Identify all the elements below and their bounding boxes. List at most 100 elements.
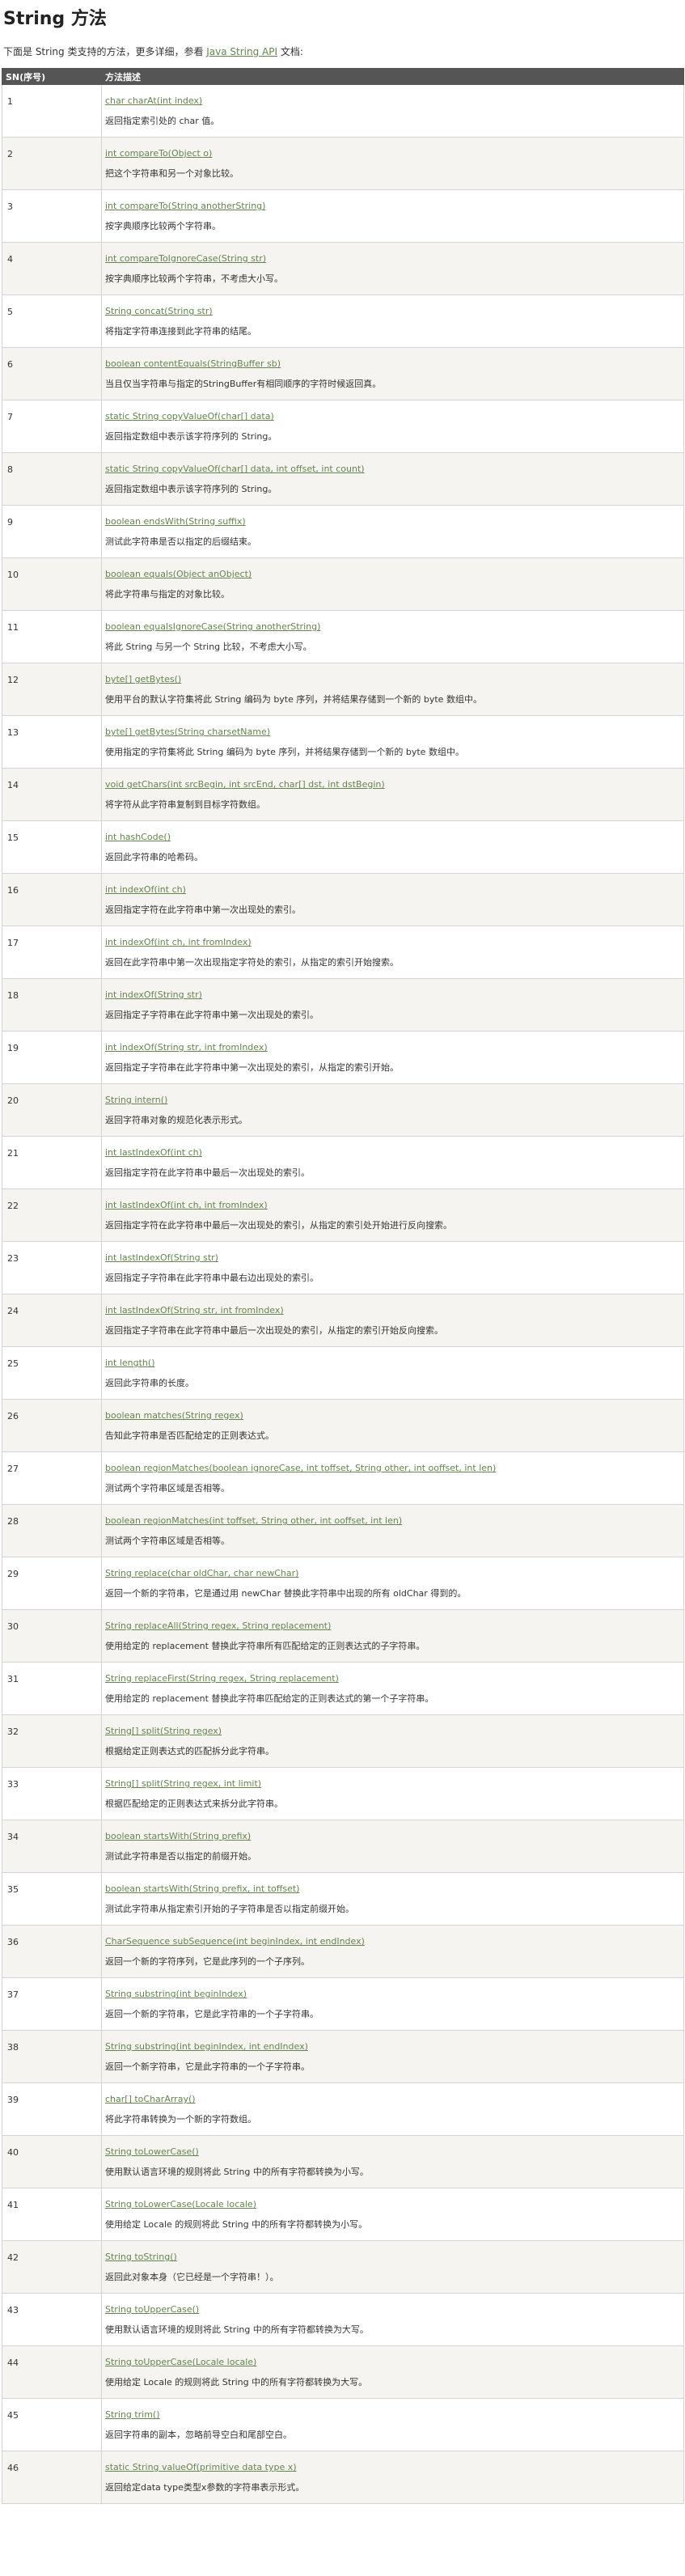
row-number: 7 [2, 400, 102, 453]
header-description: 方法描述 [101, 68, 684, 85]
row-number: 22 [2, 1188, 102, 1242]
method-cell: int indexOf(String str) 返回指定子字符串在此字符串中第一… [101, 978, 684, 1032]
method-signature-link[interactable]: String substring(int beginIndex, int end… [105, 2040, 683, 2053]
table-row: 33 String[] split(String regex, int limit… [2, 1767, 684, 1820]
method-signature-link[interactable]: String toUpperCase() [105, 2303, 683, 2316]
method-signature-link[interactable]: byte[] getBytes() [105, 673, 683, 686]
method-signature-link[interactable]: String toString() [105, 2251, 683, 2264]
table-row: 39 char[] toCharArray() 将此字符串转换为一个新的字符数组。 [2, 2082, 684, 2136]
row-number: 20 [2, 1083, 102, 1137]
method-signature-link[interactable]: boolean regionMatches(int toffset, Strin… [105, 1515, 683, 1527]
method-description: 返回指定数组中表示该字符序列的 String。 [105, 484, 277, 494]
row-number: 45 [2, 2398, 102, 2451]
method-cell: String replaceFirst(String regex, String… [101, 1662, 684, 1715]
method-signature-link[interactable]: int indexOf(String str, int fromIndex) [105, 1041, 683, 1054]
method-description: 返回此字符串的长度。 [105, 1378, 194, 1388]
table-row: 46 static String valueOf(primitive data t… [2, 2451, 684, 2504]
method-signature-link[interactable]: String intern() [105, 1094, 683, 1107]
method-cell: CharSequence subSequence(int beginIndex,… [101, 1925, 684, 1978]
row-number: 37 [2, 1977, 102, 2031]
method-description: 返回给定data type类型x参数的字符串表示形式。 [105, 2482, 305, 2493]
method-signature-link[interactable]: int indexOf(String str) [105, 989, 683, 1002]
method-cell: static String valueOf(primitive data typ… [101, 2451, 684, 2504]
method-description: 返回在此字符串中第一次出现指定字符处的索引，从指定的索引开始搜索。 [105, 957, 399, 968]
table-row: 20 String intern() 返回字符串对象的规范化表示形式。 [2, 1083, 684, 1137]
method-signature-link[interactable]: String toLowerCase() [105, 2146, 683, 2159]
java-string-api-link[interactable]: Java String API [206, 46, 277, 57]
method-cell: int lastIndexOf(int ch) 返回指定字符在此字符串中最后一次… [101, 1136, 684, 1189]
row-number: 40 [2, 2135, 102, 2188]
method-signature-link[interactable]: int indexOf(int ch, int fromIndex) [105, 936, 683, 949]
method-signature-link[interactable]: boolean equalsIgnoreCase(String anotherS… [105, 621, 683, 633]
method-signature-link[interactable]: byte[] getBytes(String charsetName) [105, 726, 683, 739]
method-signature-link[interactable]: int length() [105, 1357, 683, 1370]
row-number: 39 [2, 2082, 102, 2136]
method-signature-link[interactable]: int lastIndexOf(String str, int fromInde… [105, 1304, 683, 1317]
method-signature-link[interactable]: int lastIndexOf(int ch) [105, 1146, 683, 1159]
method-description: 使用给定的 replacement 替换此字符串匹配给定的正则表达式的第一个子字… [105, 1693, 434, 1704]
method-signature-link[interactable]: String replaceFirst(String regex, String… [105, 1672, 683, 1685]
table-row: 18 int indexOf(String str) 返回指定子字符串在此字符串中… [2, 978, 684, 1032]
method-signature-link[interactable]: int compareToIgnoreCase(String str) [105, 252, 683, 265]
method-signature-link[interactable]: String[] split(String regex) [105, 1725, 683, 1738]
method-description: 返回指定字符在此字符串中第一次出现处的索引。 [105, 905, 301, 915]
method-signature-link[interactable]: static String copyValueOf(char[] data, i… [105, 463, 683, 476]
method-description: 按字典顺序比较两个字符串。 [105, 221, 221, 231]
method-signature-link[interactable]: boolean endsWith(String suffix) [105, 515, 683, 528]
row-number: 14 [2, 768, 102, 821]
page-content: String 方法 下面是 String 类支持的方法，更多详细，参看 Java… [0, 0, 685, 2504]
method-description: 返回指定子字符串在此字符串中第一次出现处的索引，从指定的索引开始。 [105, 1062, 399, 1073]
method-signature-link[interactable]: boolean regionMatches(boolean ignoreCase… [105, 1462, 683, 1475]
row-number: 28 [2, 1504, 102, 1557]
row-number: 15 [2, 820, 102, 874]
method-description: 根据匹配给定的正则表达式来拆分此字符串。 [105, 1799, 283, 1809]
method-signature-link[interactable]: String toLowerCase(Locale locale) [105, 2198, 683, 2211]
method-cell: int hashCode() 返回此字符串的哈希码。 [101, 820, 684, 874]
method-signature-link[interactable]: String replaceAll(String regex, String r… [105, 1620, 683, 1633]
method-cell: int lastIndexOf(String str, int fromInde… [101, 1294, 684, 1347]
method-description: 将此字符串与指定的对象比较。 [105, 589, 230, 600]
method-signature-link[interactable]: boolean contentEquals(StringBuffer sb) [105, 358, 683, 371]
method-signature-link[interactable]: char charAt(int index) [105, 95, 683, 108]
table-row: 32 String[] split(String regex) 根据给定正则表达式的… [2, 1714, 684, 1768]
row-number: 36 [2, 1925, 102, 1978]
method-signature-link[interactable]: boolean matches(String regex) [105, 1409, 683, 1422]
method-signature-link[interactable]: String concat(String str) [105, 305, 683, 318]
method-signature-link[interactable]: char[] toCharArray() [105, 2093, 683, 2106]
method-signature-link[interactable]: static String valueOf(primitive data typ… [105, 2461, 683, 2474]
method-signature-link[interactable]: String trim() [105, 2409, 683, 2421]
method-signature-link[interactable]: int hashCode() [105, 831, 683, 844]
row-number: 12 [2, 663, 102, 716]
method-cell: String toLowerCase() 使用默认语言环境的规则将此 String… [101, 2135, 684, 2188]
method-signature-link[interactable]: int indexOf(int ch) [105, 883, 683, 896]
method-signature-link[interactable]: String substring(int beginIndex) [105, 1988, 683, 2001]
method-signature-link[interactable]: boolean startsWith(String prefix, int to… [105, 1883, 683, 1896]
method-cell: String replace(char oldChar, char newCha… [101, 1557, 684, 1610]
method-signature-link[interactable]: String[] split(String regex, int limit) [105, 1777, 683, 1790]
method-signature-link[interactable]: int lastIndexOf(int ch, int fromIndex) [105, 1199, 683, 1212]
method-signature-link[interactable]: CharSequence subSequence(int beginIndex,… [105, 1935, 683, 1948]
method-description: 返回一个新的字符串，它是此字符串的一个子字符串。 [105, 2009, 319, 2019]
method-description: 测试两个字符串区域是否相等。 [105, 1536, 230, 1546]
method-cell: static String copyValueOf(char[] data) 返回… [101, 400, 684, 453]
method-signature-link[interactable]: static String copyValueOf(char[] data) [105, 410, 683, 423]
table-row: 11 boolean equalsIgnoreCase(String anothe… [2, 610, 684, 663]
method-signature-link[interactable]: String replace(char oldChar, char newCha… [105, 1567, 683, 1580]
method-signature-link[interactable]: int lastIndexOf(String str) [105, 1252, 683, 1265]
method-cell: int compareTo(String anotherString) 按字典顺序… [101, 189, 684, 243]
method-signature-link[interactable]: int compareTo(Object o) [105, 147, 683, 160]
row-number: 19 [2, 1031, 102, 1084]
method-cell: boolean regionMatches(int toffset, Strin… [101, 1504, 684, 1557]
method-signature-link[interactable]: String toUpperCase(Locale locale) [105, 2356, 683, 2369]
method-description: 返回字符串对象的规范化表示形式。 [105, 1115, 247, 1125]
row-number: 25 [2, 1346, 102, 1400]
method-signature-link[interactable]: int compareTo(String anotherString) [105, 200, 683, 213]
row-number: 18 [2, 978, 102, 1032]
method-description: 返回此对象本身（它已经是一个字符串！）。 [105, 2272, 279, 2282]
method-signature-link[interactable]: boolean equals(Object anObject) [105, 568, 683, 581]
table-row: 22 int lastIndexOf(int ch, int fromIndex)… [2, 1188, 684, 1242]
method-signature-link[interactable]: void getChars(int srcBegin, int srcEnd, … [105, 778, 683, 791]
table-row: 40 String toLowerCase() 使用默认语言环境的规则将此 Stri… [2, 2135, 684, 2188]
method-signature-link[interactable]: boolean startsWith(String prefix) [105, 1830, 683, 1843]
table-row: 12 byte[] getBytes() 使用平台的默认字符集将此 String … [2, 663, 684, 716]
